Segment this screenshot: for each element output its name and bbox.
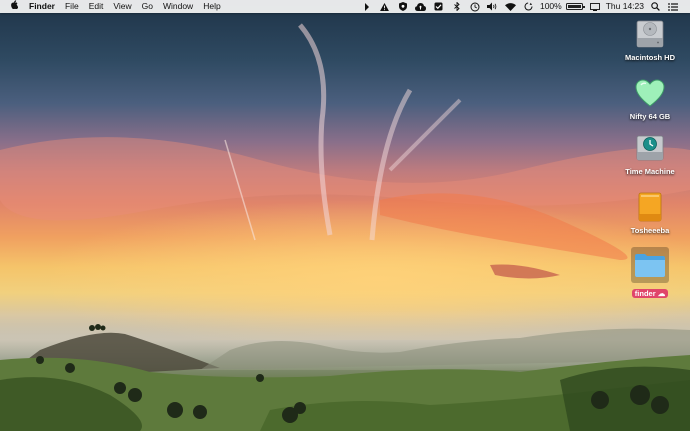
apple-menu-icon[interactable] <box>0 0 24 13</box>
hard-drive-icon <box>632 17 668 51</box>
icloud-tag-icon: ☁ <box>657 289 666 298</box>
desktop-icon-time-machine[interactable]: Time Machine <box>618 131 682 176</box>
external-drive-icon <box>632 190 668 224</box>
menubar-clock[interactable]: Thu 14:23 <box>606 0 644 13</box>
heart-drive-icon <box>632 76 668 110</box>
time-machine-status-icon[interactable] <box>468 0 482 13</box>
display-icon[interactable] <box>588 0 602 13</box>
bluetooth-icon[interactable] <box>450 0 464 13</box>
menu-go[interactable]: Go <box>137 0 158 13</box>
spotlight-search-icon[interactable] <box>648 0 662 13</box>
battery-level-fill <box>567 5 581 8</box>
battery-icon[interactable] <box>565 3 585 10</box>
chevron-right-icon[interactable] <box>360 0 374 13</box>
warning-icon[interactable] <box>378 0 392 13</box>
volume-icon[interactable] <box>486 0 500 13</box>
menu-window[interactable]: Window <box>158 0 198 13</box>
wifi-icon[interactable] <box>504 0 518 13</box>
menu-file[interactable]: File <box>60 0 84 13</box>
desktop-icon-label: Time Machine <box>625 167 675 176</box>
desktop-icon-label: Tosheeeba <box>630 226 670 235</box>
sync-icon[interactable] <box>522 0 536 13</box>
menu-edit[interactable]: Edit <box>84 0 109 13</box>
shield-icon[interactable] <box>396 0 410 13</box>
desktop-icon-finder-folder[interactable]: finder ☁ <box>618 247 682 301</box>
desktop-icon-label: Nifty 64 GB <box>629 112 671 121</box>
desktop-wallpaper <box>0 0 690 431</box>
desktop-icon-label-selected: finder ☁ <box>631 289 669 298</box>
menu-help[interactable]: Help <box>198 0 225 13</box>
desktop-icon-macintosh-hd[interactable]: Macintosh HD <box>618 17 682 62</box>
folder-icon <box>631 247 669 283</box>
app-menu-finder[interactable]: Finder <box>24 0 60 13</box>
checkbox-icon[interactable] <box>432 0 446 13</box>
battery-percentage: 100% <box>539 1 562 11</box>
menu-bar: Finder File Edit View Go Window Help 100… <box>0 0 690 13</box>
desktop-icon-nifty[interactable]: Nifty 64 GB <box>618 76 682 121</box>
desktop-icon-tosheeeba[interactable]: Tosheeeba <box>618 190 682 235</box>
desktop-icon-label: Macintosh HD <box>624 53 675 62</box>
menu-view[interactable]: View <box>108 0 136 13</box>
folder-name: finder <box>634 289 656 298</box>
notification-center-icon[interactable] <box>666 0 680 13</box>
cloud-upload-icon[interactable] <box>414 0 428 13</box>
time-machine-icon <box>632 131 668 165</box>
